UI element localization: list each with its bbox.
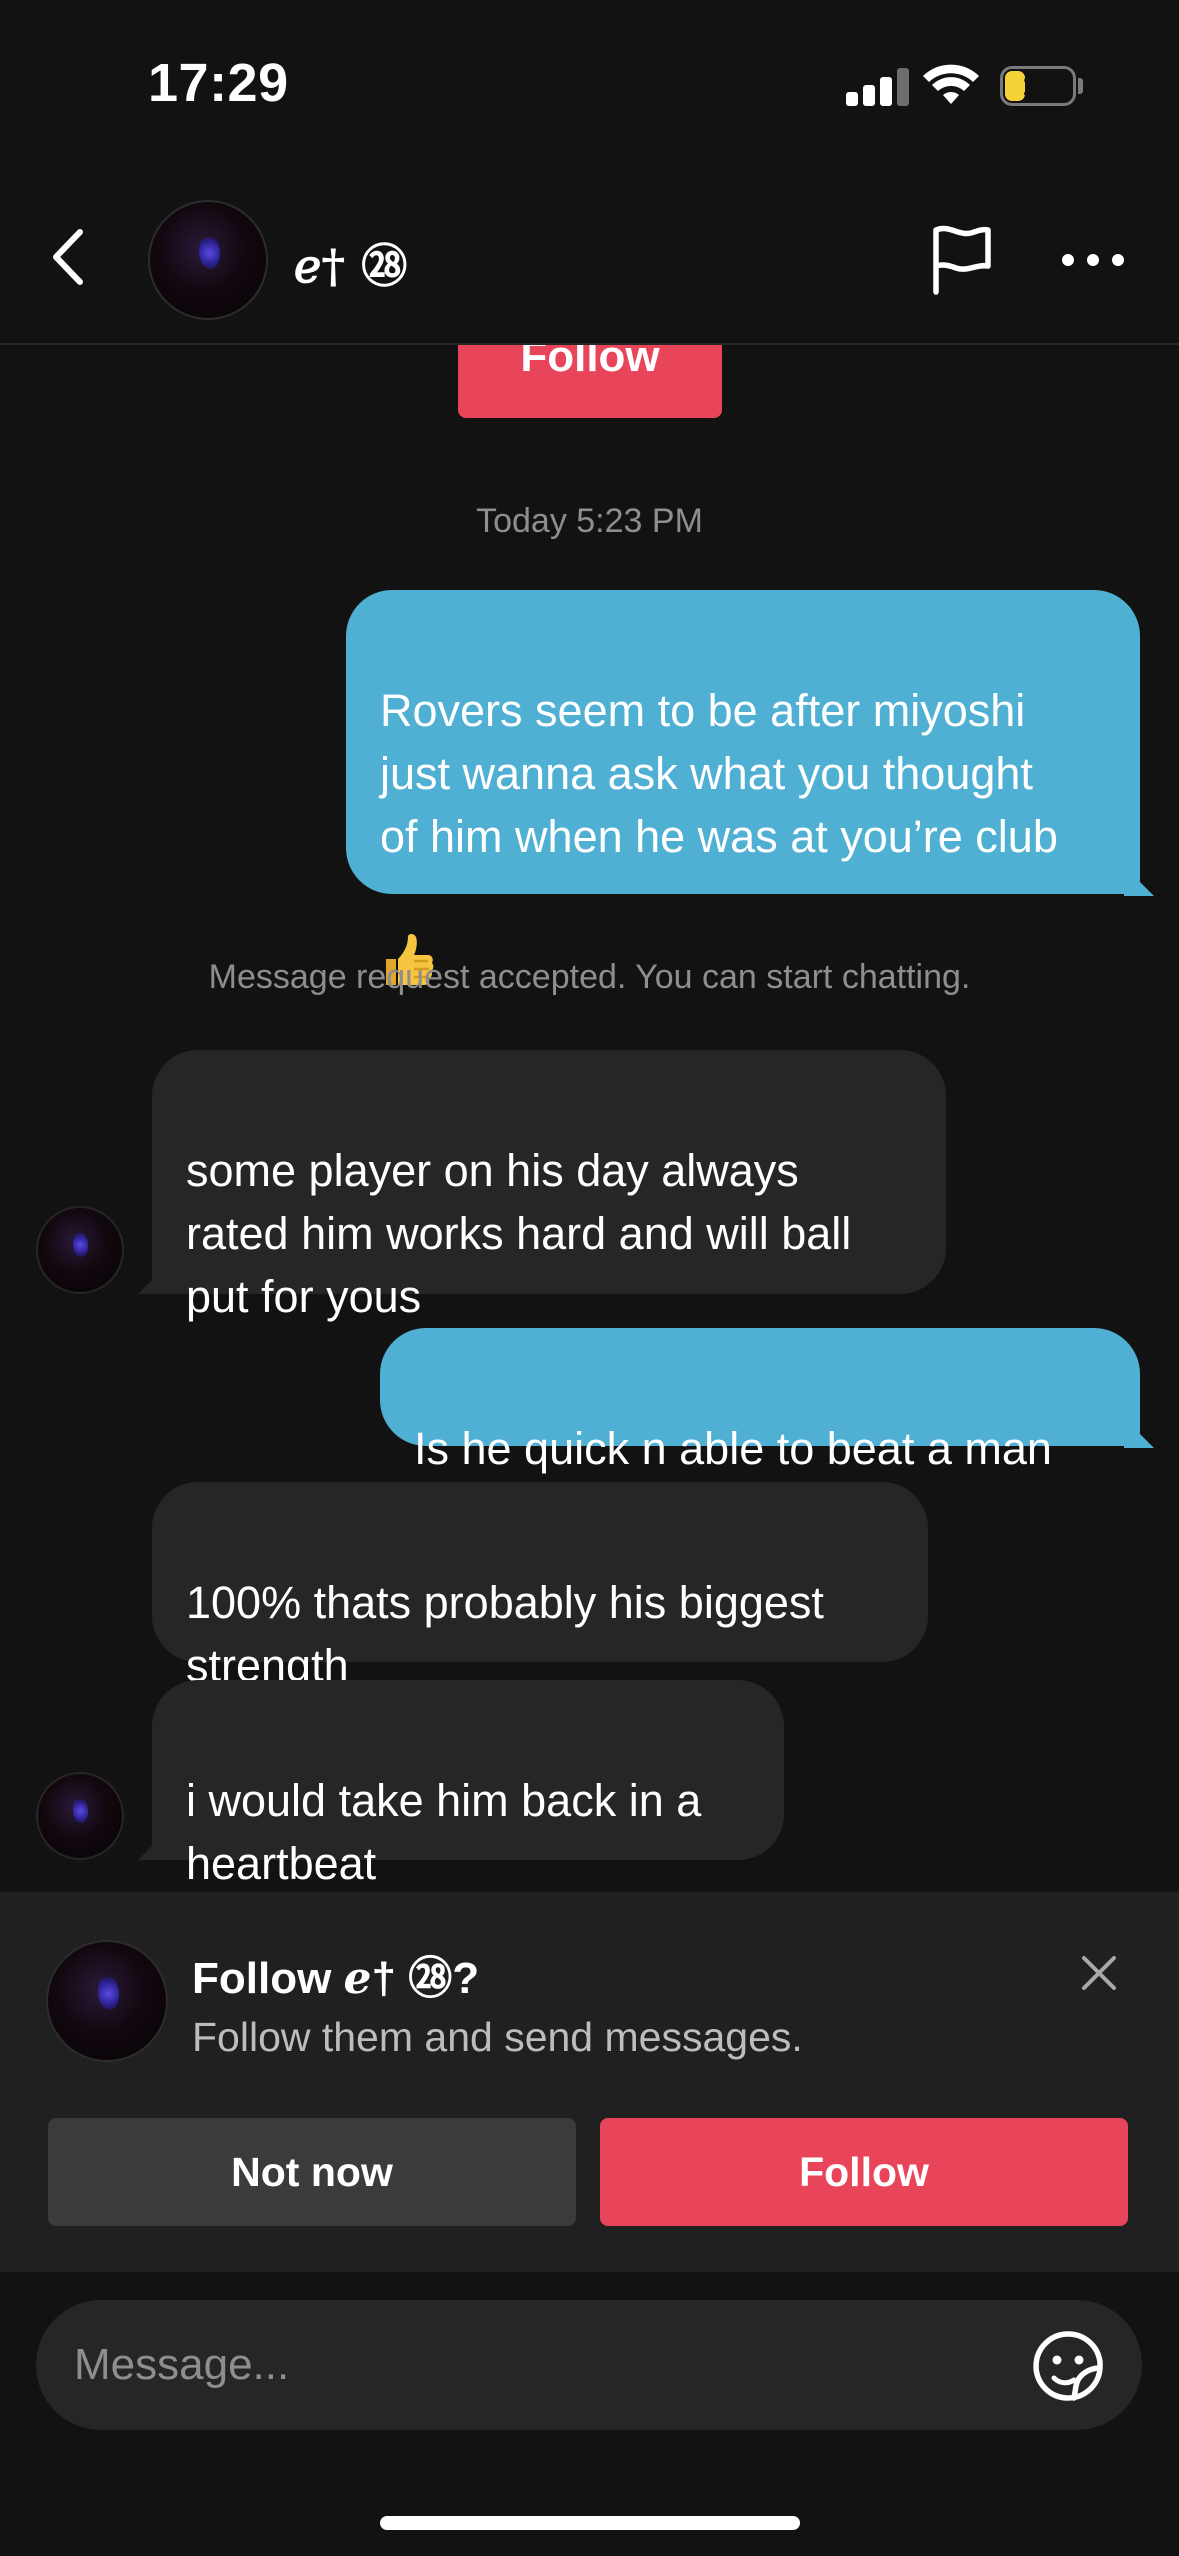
chevron-left-icon[interactable] [38, 222, 98, 292]
prompt-subtitle: Follow them and send messages. [192, 2014, 803, 2060]
message-input[interactable] [74, 2300, 994, 2430]
battery-nub [1078, 78, 1083, 94]
sender-avatar[interactable] [36, 1772, 124, 1860]
prompt-avatar[interactable] [46, 1940, 168, 2062]
message-text: Is he quick n able to beat a man [414, 1423, 1052, 1474]
more-dots-icon[interactable] [1062, 250, 1124, 270]
message-text: some player on his day always rated him … [186, 1145, 852, 1322]
incoming-message-bubble[interactable]: 100% thats probably his biggest strength [152, 1482, 928, 1691]
chat-header: ℯ† ㉘ [0, 170, 1179, 345]
message-composer [36, 2300, 1142, 2430]
follow-button[interactable]: Follow [600, 2118, 1128, 2226]
system-notice: Message request accepted. You can start … [208, 958, 971, 996]
incoming-message-bubble[interactable]: some player on his day always rated him … [152, 1050, 946, 1322]
contact-name[interactable]: ℯ† ㉘ [294, 230, 407, 296]
incoming-message-bubble[interactable]: i would take him back in a heartbeat [152, 1680, 784, 1889]
message-text: Rovers seem to be after miyoshi just wan… [380, 685, 1058, 862]
outgoing-message-bubble[interactable]: Rovers seem to be after miyoshi just wan… [346, 590, 1140, 985]
battery-icon: 12 [1000, 66, 1076, 106]
status-time: 17:29 [148, 53, 289, 113]
contact-avatar[interactable] [148, 200, 268, 320]
home-indicator[interactable] [380, 2516, 800, 2530]
not-now-button[interactable]: Not now [48, 2118, 576, 2226]
prompt-title: Follow ℯ† ㉘? [192, 1954, 480, 2003]
status-bar: 17:29 12 [0, 0, 1179, 170]
sender-avatar[interactable] [36, 1206, 124, 1294]
outgoing-message-bubble[interactable]: Is he quick n able to beat a man [380, 1328, 1140, 1474]
flag-icon[interactable] [928, 224, 994, 296]
battery-level: 12 [1022, 70, 1054, 101]
message-timestamp: Today 5:23 PM [476, 502, 703, 540]
message-text: 100% thats probably his biggest strength [186, 1577, 824, 1691]
wifi-icon [923, 64, 979, 104]
close-icon[interactable] [1078, 1952, 1120, 1994]
cellular-signal-icon [846, 66, 910, 106]
message-text: i would take him back in a heartbeat [186, 1775, 702, 1889]
follow-prompt-panel: Follow ℯ† ㉘? Follow them and send messag… [0, 1892, 1179, 2272]
sticker-face-icon[interactable] [1030, 2328, 1106, 2404]
